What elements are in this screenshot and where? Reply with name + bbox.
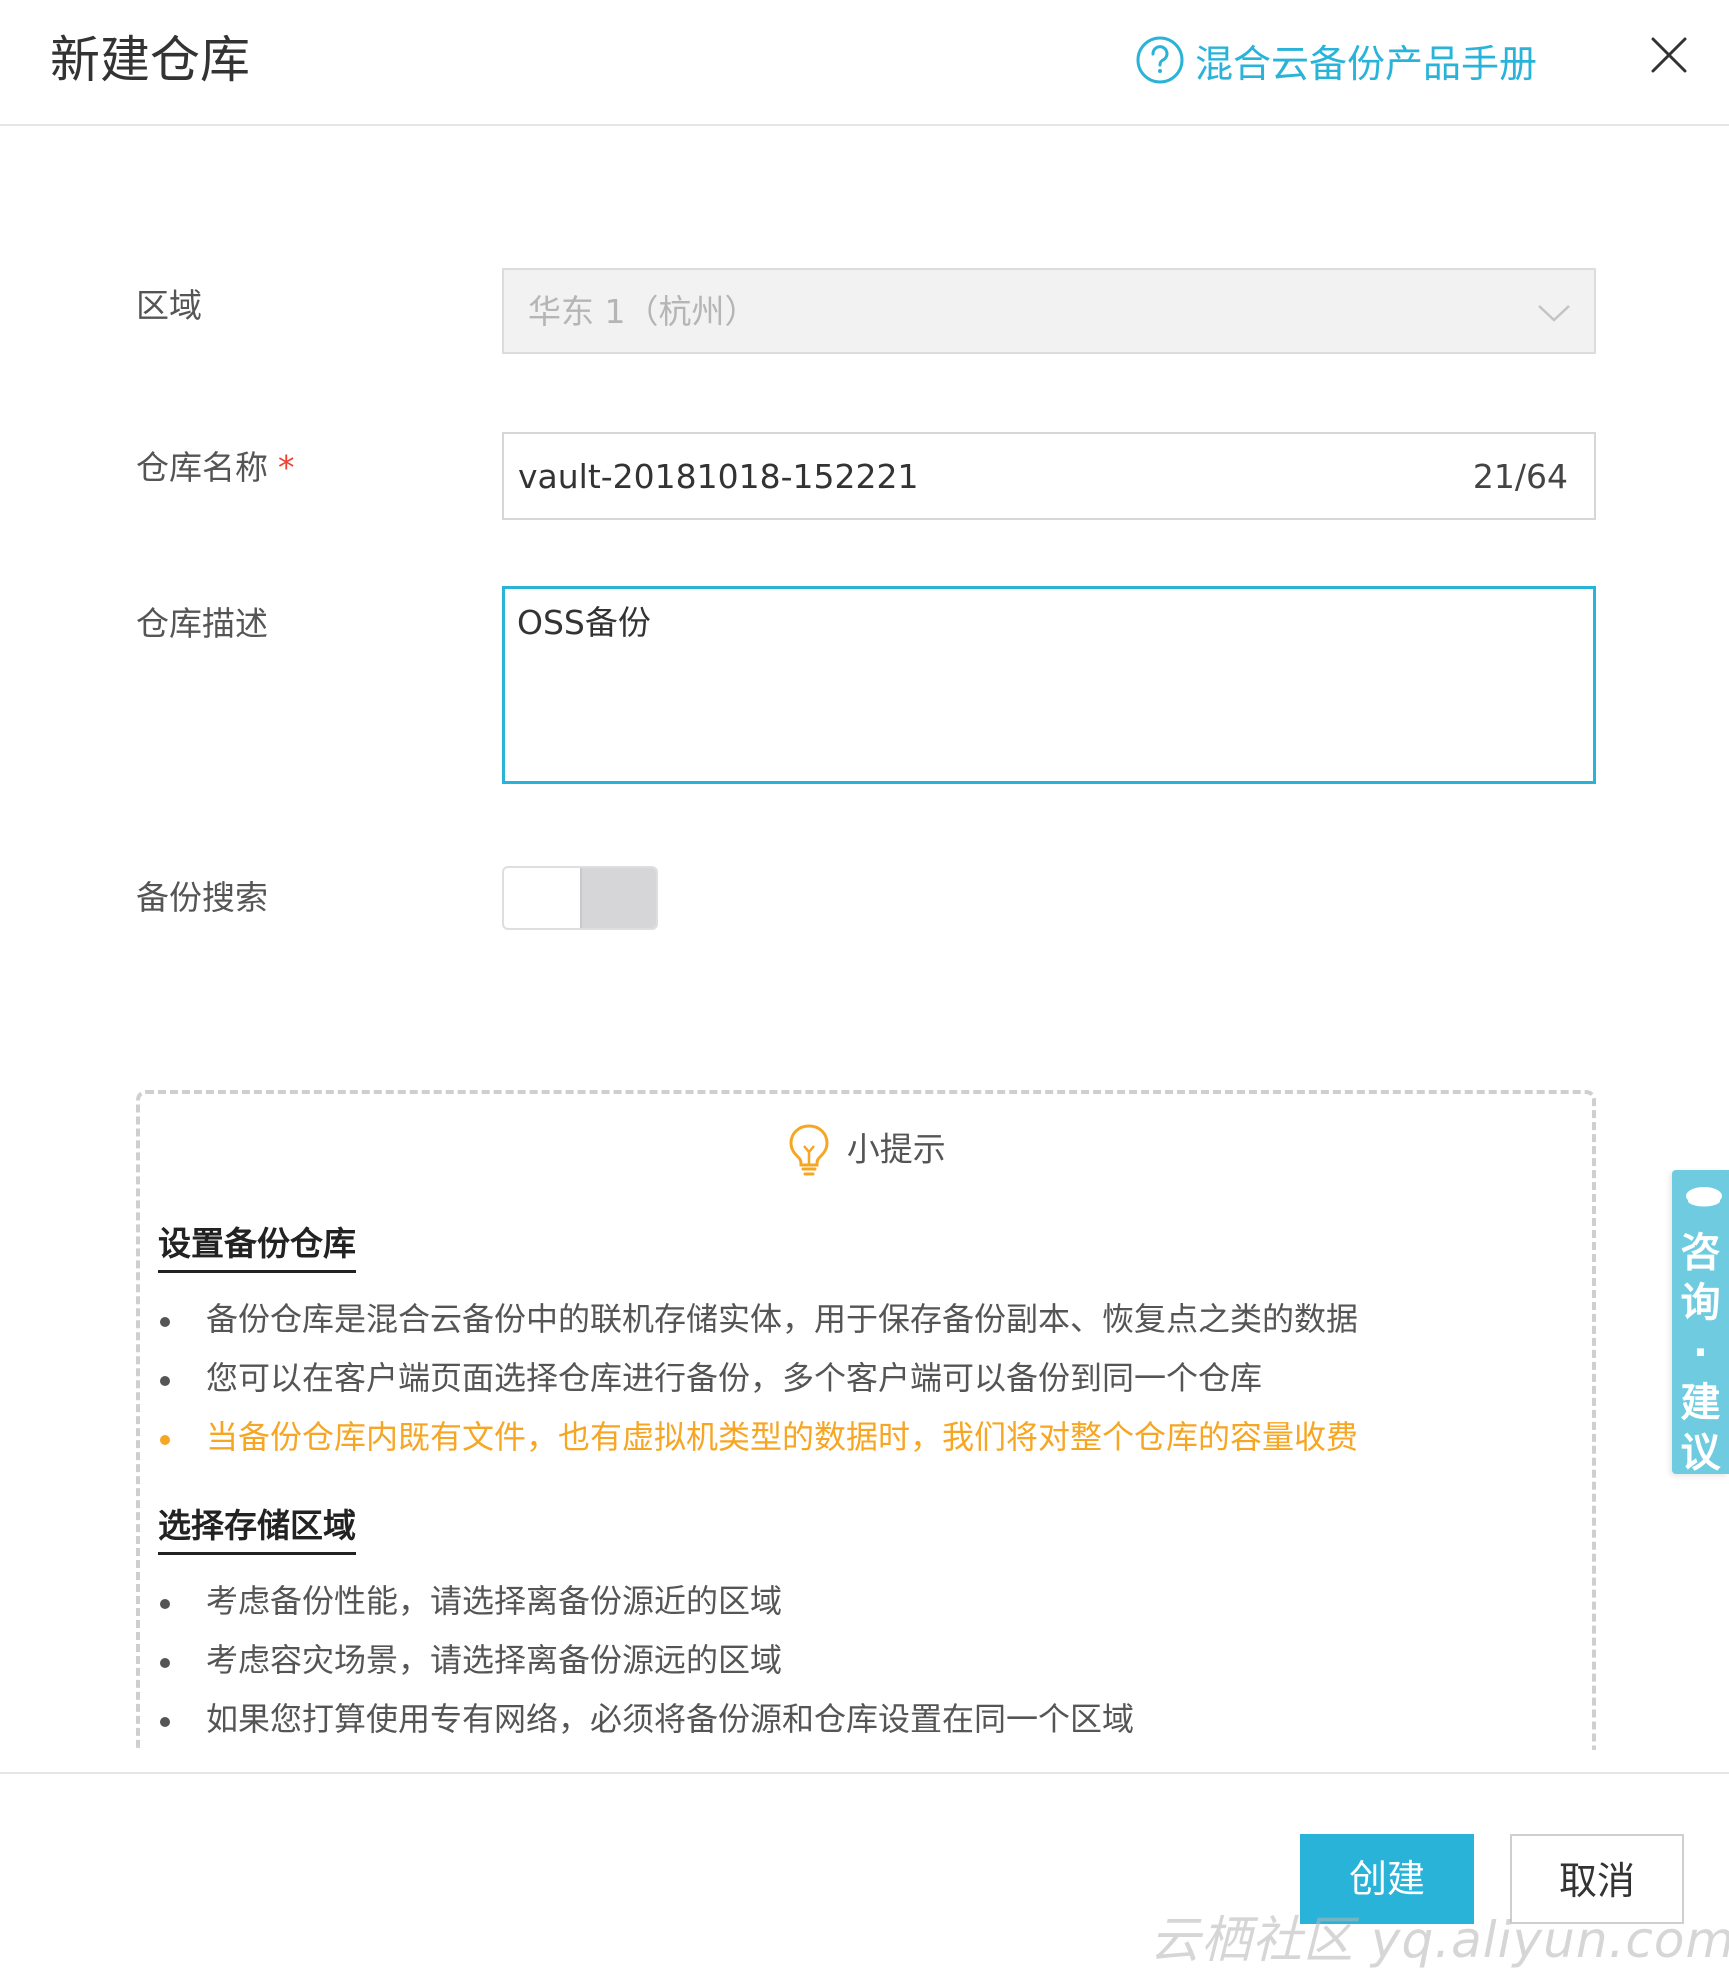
vault-desc-textarea[interactable]: OSS备份 (502, 586, 1596, 784)
vault-name-input[interactable]: vault-20181018-152221 21/64 (502, 432, 1596, 520)
required-mark: * (278, 448, 295, 487)
product-manual-link[interactable]: 混合云备份产品手册 (1135, 30, 1537, 90)
watermark: 云栖社区 yq.aliyun.com (1150, 1911, 1729, 1969)
tips-title: 小提示 (140, 1118, 1592, 1180)
close-icon[interactable] (1648, 34, 1690, 76)
list-item: 如果您打算使用专有网络，必须将备份源和仓库设置在同一个区域 (158, 1690, 1134, 1749)
vault-name-value: vault-20181018-152221 (518, 457, 919, 496)
vault-name-label: 仓库名称 * (136, 446, 295, 490)
chat-icon (1686, 1187, 1722, 1207)
vault-name-label-text: 仓库名称 (136, 448, 268, 487)
tips-title-text: 小提示 (846, 1129, 946, 1169)
list-item: 备份仓库是混合云备份中的联机存储实体，用于保存备份副本、恢复点之类的数据 (158, 1290, 1358, 1349)
product-manual-label: 混合云备份产品手册 (1195, 41, 1538, 86)
tip-list-vault: 备份仓库是混合云备份中的联机存储实体，用于保存备份副本、恢复点之类的数据 您可以… (158, 1290, 1358, 1467)
region-select[interactable]: 华东 1（杭州） (502, 268, 1596, 354)
vault-desc-label: 仓库描述 (136, 604, 268, 643)
section-heading-region: 选择存储区域 (158, 1502, 356, 1555)
dialog-header: 新建仓库 混合云备份产品手册 (0, 0, 1729, 126)
lightbulb-icon (789, 1123, 829, 1175)
backup-search-label: 备份搜索 (136, 878, 268, 917)
dialog-footer: 创建 取消 云栖社区 yq.aliyun.com (0, 1772, 1729, 1974)
tips-box: 小提示 设置备份仓库 备份仓库是混合云备份中的联机存储实体，用于保存备份副本、恢… (136, 1090, 1596, 1750)
consult-suggest-label: 咨询·建议 (1680, 1230, 1721, 1476)
help-circle-icon (1136, 36, 1184, 84)
list-item: 考虑备份性能，请选择离备份源近的区域 (158, 1572, 1134, 1631)
vault-desc-value: OSS备份 (517, 603, 651, 642)
dialog-title: 新建仓库 (50, 31, 250, 89)
vault-name-char-counter: 21/64 (1472, 457, 1568, 496)
list-item-warning: 当备份仓库内既有文件，也有虚拟机类型的数据时，我们将对整个仓库的容量收费 (158, 1408, 1358, 1467)
tip-list-region: 考虑备份性能，请选择离备份源近的区域 考虑容灾场景，请选择离备份源远的区域 如果… (158, 1572, 1134, 1749)
list-item: 考虑容灾场景，请选择离备份源远的区域 (158, 1631, 1134, 1690)
toggle-knob (580, 868, 656, 928)
section-heading-vault: 设置备份仓库 (158, 1220, 356, 1273)
list-item: 您可以在客户端页面选择仓库进行备份，多个客户端可以备份到同一个仓库 (158, 1349, 1358, 1408)
chevron-down-icon (1538, 305, 1570, 322)
region-label: 区域 (136, 286, 202, 325)
backup-search-toggle[interactable] (502, 866, 658, 930)
new-vault-dialog: 新建仓库 混合云备份产品手册 区域 华东 1（杭州） 仓库名称 * vault-2… (0, 0, 1729, 1974)
region-value: 华东 1（杭州） (528, 292, 758, 331)
consult-suggest-tab[interactable]: 咨询·建议 (1672, 1170, 1729, 1476)
